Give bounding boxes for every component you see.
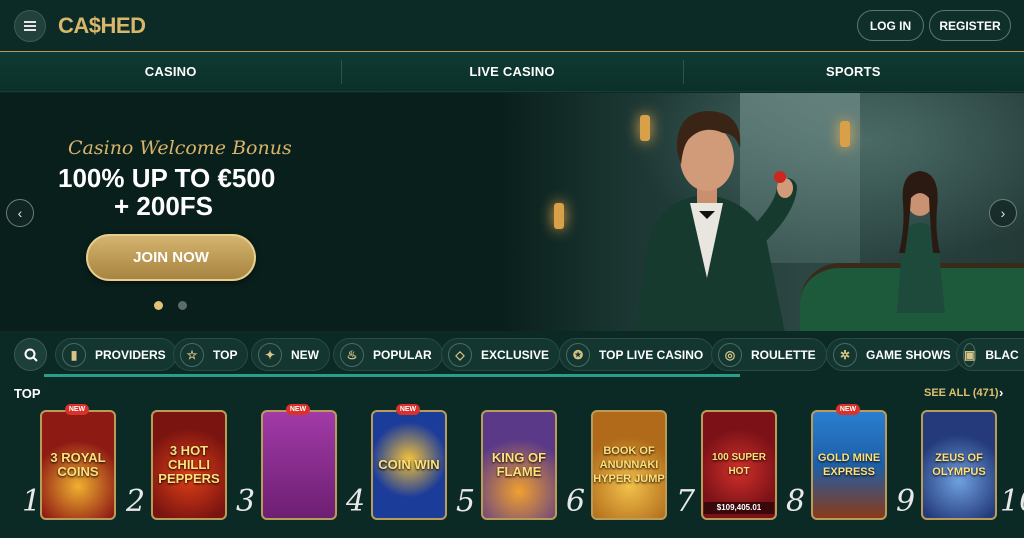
game-card[interactable]: 3 HOT CHILLI PEPPERS <box>151 410 227 520</box>
bonus-headline: 100% UP TO €500 <box>58 163 276 193</box>
jackpot-amount: $109,405.01 <box>704 502 774 514</box>
hero-banner: Casino Welcome Bonus 100% UP TO €500 + 2… <box>0 93 1024 331</box>
game-card[interactable]: COIN WIN <box>371 410 447 520</box>
join-now-button[interactable]: JOIN NOW <box>86 234 256 281</box>
diamond-icon: ◇ <box>448 342 472 367</box>
filter-label: EXCLUSIVE <box>481 347 550 362</box>
new-badge: NEW <box>396 404 420 415</box>
filter-top-live-casino[interactable]: ✪ TOP LIVE CASINO <box>559 338 715 371</box>
game-rank: 8 <box>786 484 806 519</box>
tab-sports[interactable]: SPORTS <box>682 52 1024 91</box>
game-card[interactable]: 3 ROYAL COINS <box>40 410 116 520</box>
game-title: COIN WIN <box>378 457 440 472</box>
new-badge: NEW <box>836 404 860 415</box>
filter-roulette[interactable]: ◎ ROULETTE <box>711 338 827 371</box>
game-rank: 4 <box>346 484 366 519</box>
search-button[interactable] <box>14 338 47 371</box>
game-rank: 6 <box>566 484 586 519</box>
top-header: CA$HED LOG IN REGISTER <box>0 0 1024 52</box>
logo[interactable]: CA$HED <box>58 13 146 39</box>
filter-label: NEW <box>291 347 319 362</box>
man-figure <box>635 111 797 331</box>
chevron-right-icon: › <box>1000 205 1006 221</box>
hamburger-icon <box>24 25 36 27</box>
main-nav: CASINO LIVE CASINO SPORTS <box>0 52 1024 92</box>
menu-button[interactable] <box>14 10 46 42</box>
game-title: 3 HOT CHILLI PEPPERS <box>158 443 220 486</box>
bonus-subheadline: + 200FS <box>114 191 214 221</box>
filter-blackjack[interactable]: ▣ BLAC <box>956 338 1024 371</box>
game-rank: 3 <box>236 484 256 519</box>
game-title: ZEUS OF OLYMPUS <box>932 452 986 478</box>
next-slide-button[interactable]: › <box>989 199 1017 227</box>
tab-live-casino[interactable]: LIVE CASINO <box>341 52 682 91</box>
chevron-right-icon[interactable]: › <box>999 385 1003 400</box>
game-title: 100 SUPER HOT <box>712 452 766 477</box>
bonus-title: Casino Welcome Bonus <box>68 137 292 159</box>
slide-dot-active[interactable] <box>154 301 163 310</box>
new-badge: NEW <box>65 404 89 415</box>
game-card[interactable]: ZEUS OF OLYMPUS <box>921 410 997 520</box>
roulette-icon: ◎ <box>718 342 742 367</box>
game-card[interactable]: BOOK OF ANUNNAKI HYPER JUMP <box>591 410 667 520</box>
game-title: GOLD MINE EXPRESS <box>817 452 881 478</box>
game-rank: 10 <box>1000 484 1024 519</box>
game-title: BOOK OF ANUNNAKI HYPER JUMP <box>593 445 665 485</box>
filter-label: TOP LIVE CASINO <box>599 347 704 362</box>
book-icon: ▮ <box>62 342 86 367</box>
game-rank: 5 <box>456 484 476 519</box>
see-all-link[interactable]: SEE ALL (471) <box>924 387 999 399</box>
filter-game-shows[interactable]: ✲ GAME SHOWS <box>826 338 962 371</box>
medal-icon: ✪ <box>566 342 590 367</box>
game-card[interactable]: GOLD MINE EXPRESS <box>811 410 887 520</box>
filter-exclusive[interactable]: ◇ EXCLUSIVE <box>441 338 561 371</box>
filter-label: BLAC <box>985 347 1019 362</box>
filter-new[interactable]: ✦ NEW <box>251 338 330 371</box>
game-rank: 7 <box>676 484 696 519</box>
filter-label: TOP <box>213 347 238 362</box>
hero-image <box>500 93 1024 331</box>
section-title: TOP <box>14 386 41 401</box>
game-rank: 1 <box>22 484 42 519</box>
filter-label: PROVIDERS <box>95 347 166 362</box>
slide-dot[interactable] <box>178 301 187 310</box>
filter-label: POPULAR <box>373 347 432 362</box>
gift-icon: ✦ <box>258 342 282 367</box>
search-icon <box>24 348 38 362</box>
game-rank: 2 <box>126 484 146 519</box>
cards-icon: ▣ <box>963 342 977 367</box>
register-button[interactable]: REGISTER <box>929 10 1011 41</box>
filter-scrollbar[interactable] <box>44 374 740 377</box>
prev-slide-button[interactable]: ‹ <box>6 199 34 227</box>
star-icon: ☆ <box>180 342 204 367</box>
game-title: 3 ROYAL COINS <box>50 450 106 479</box>
tab-casino[interactable]: CASINO <box>0 52 341 91</box>
chevron-left-icon: ‹ <box>17 205 23 221</box>
filter-label: GAME SHOWS <box>866 347 951 362</box>
filter-label: ROULETTE <box>751 347 816 362</box>
login-button[interactable]: LOG IN <box>857 10 924 41</box>
game-title: KING OF FLAME <box>491 450 547 479</box>
new-badge: NEW <box>286 404 310 415</box>
game-card[interactable] <box>261 410 337 520</box>
woman-figure <box>897 171 945 313</box>
game-rank: 9 <box>896 484 916 519</box>
filter-popular[interactable]: ♨ POPULAR <box>333 338 443 371</box>
flame-icon: ♨ <box>340 342 364 367</box>
filter-top[interactable]: ☆ TOP <box>173 338 249 371</box>
filter-providers[interactable]: ▮ PROVIDERS <box>55 338 177 371</box>
game-card[interactable]: KING OF FLAME <box>481 410 557 520</box>
category-filters: ▮ PROVIDERS ☆ TOP ✦ NEW ♨ POPULAR ◇ EXCLUSIVE… <box>0 338 1024 372</box>
wheel-icon: ✲ <box>833 342 857 367</box>
